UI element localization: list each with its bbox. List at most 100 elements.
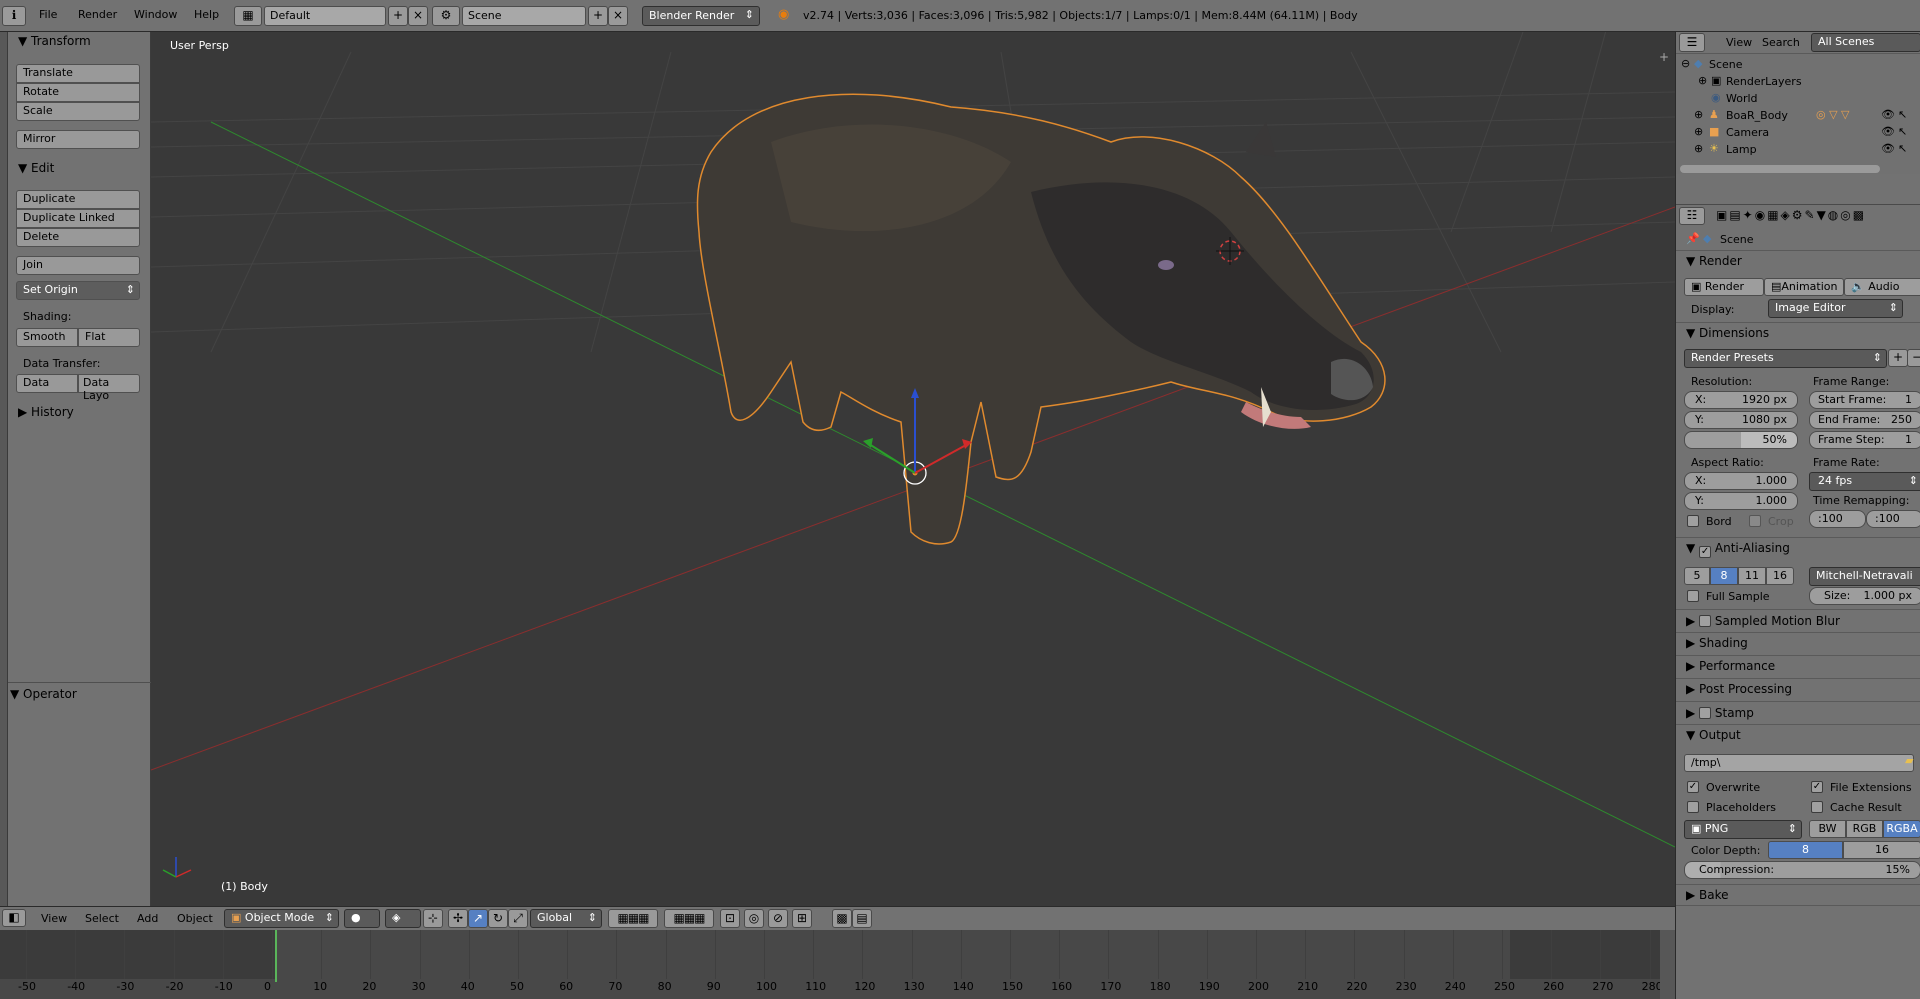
join-button[interactable]: Join (16, 256, 140, 275)
expand-icon[interactable]: ⊕ (1698, 74, 1707, 87)
translate-button[interactable]: Translate (16, 64, 140, 83)
render-anim-icon[interactable]: ▤ (852, 909, 872, 928)
3d-viewport[interactable]: User Persp (1) Body + (151, 32, 1675, 906)
delete-button[interactable]: Delete (16, 228, 140, 247)
editor-type-icon[interactable]: ◧ (2, 909, 26, 927)
color-rgb-button[interactable]: RGB (1846, 820, 1883, 838)
add-preset-icon[interactable]: + (1888, 349, 1908, 367)
outliner-renderlayers[interactable]: RenderLayers (1726, 75, 1802, 88)
menu-select[interactable]: Select (85, 912, 119, 925)
menu-object[interactable]: Object (177, 912, 213, 925)
remove-layout-icon[interactable]: × (408, 6, 428, 26)
render-button[interactable]: ▣ Render (1684, 278, 1764, 296)
bake-panel-header[interactable]: ▶ Bake (1676, 884, 1920, 906)
operator-panel-title[interactable]: ▼ Operator (10, 687, 77, 701)
performance-panel-header[interactable]: ▶ Performance (1676, 655, 1920, 677)
proportional-edit-icon[interactable]: ◎ (744, 909, 764, 928)
menu-render[interactable]: Render (78, 8, 117, 21)
aspect-y-field[interactable]: Y: 1.000 (1684, 492, 1798, 510)
menu-file[interactable]: File (39, 8, 57, 21)
scene-field[interactable]: Scene (462, 6, 586, 26)
aa-samples-5[interactable]: 5 (1684, 567, 1710, 585)
transform-panel-title[interactable]: ▼ Transform (18, 34, 91, 48)
data-layout-button[interactable]: Data Layo (78, 374, 140, 402)
menu-add[interactable]: Add (137, 912, 158, 925)
flat-button[interactable]: Flat (78, 328, 140, 347)
shading-panel-header[interactable]: ▶ Shading (1676, 632, 1920, 654)
start-frame-field[interactable]: Start Frame: 1 (1809, 391, 1920, 409)
frame-step-field[interactable]: Frame Step: 1 (1809, 431, 1920, 449)
outliner-boar-body[interactable]: BoaR_Body (1726, 109, 1788, 122)
expand-icon[interactable]: ⊕ (1694, 142, 1703, 155)
render-presets-select[interactable]: Render Presets ⇕ (1684, 349, 1887, 368)
anti-aliasing-panel-header[interactable]: ▼ ✓ Anti-Aliasing (1676, 537, 1920, 559)
add-region-icon[interactable]: + (1659, 50, 1669, 64)
outliner-filter-select[interactable]: All Scenes (1811, 33, 1920, 52)
aspect-x-field[interactable]: X: 1.000 (1684, 472, 1798, 490)
menu-help[interactable]: Help (194, 8, 219, 21)
output-path-field[interactable]: /tmp\ (1684, 754, 1914, 772)
select-arrow-icon[interactable]: ↖ (1898, 108, 1907, 121)
outliner-world[interactable]: World (1726, 92, 1758, 105)
manipulator-toggle-icon[interactable]: ⊹ (423, 909, 443, 928)
duplicate-button[interactable]: Duplicate (16, 190, 140, 209)
render-image-icon[interactable]: ▩ (832, 909, 852, 928)
motion-blur-panel-header[interactable]: ▶ Sampled Motion Blur (1676, 609, 1920, 631)
editor-type-icon[interactable]: ☰ (1679, 33, 1705, 52)
visibility-eye-icon[interactable]: 👁 (1881, 108, 1895, 121)
aa-filter-select[interactable]: Mitchell-Netravali (1809, 567, 1920, 586)
set-origin-dropdown[interactable]: Set Origin ⇕ (16, 281, 140, 300)
layers-grid-icon-2[interactable]: ▦▦▦ (664, 909, 714, 928)
placeholders-checkbox[interactable] (1687, 801, 1699, 813)
color-depth-16-button[interactable]: 16 (1843, 841, 1920, 859)
outliner-lamp[interactable]: Lamp (1726, 143, 1757, 156)
lock-icon[interactable]: ⊡ (720, 909, 740, 928)
add-scene-icon[interactable]: + (588, 6, 608, 26)
animation-button[interactable]: ▤Animation (1764, 278, 1844, 296)
overwrite-checkbox[interactable]: ✓ (1687, 781, 1699, 793)
resolution-y-field[interactable]: Y: 1080 px (1684, 411, 1798, 429)
pin-icon[interactable]: 📌 (1686, 232, 1700, 245)
scene-icon[interactable]: ⚙ (432, 6, 460, 26)
color-bw-button[interactable]: BW (1809, 820, 1846, 838)
frame-rate-select[interactable]: 24 fps ⇕ (1809, 472, 1920, 491)
mode-select[interactable]: ▣ Object Mode ⇕ (224, 909, 339, 928)
resolution-percentage-slider[interactable]: 50% (1684, 431, 1798, 449)
timeline[interactable]: -50 -40 -30 -20 -10 0 10 20 30 40 50 60 70 80 90 100 110… (0, 930, 1675, 999)
stamp-checkbox[interactable] (1699, 707, 1712, 719)
cache-result-checkbox[interactable] (1811, 801, 1823, 813)
remove-scene-icon[interactable]: × (608, 6, 628, 26)
viewport-shading-select[interactable]: ● (344, 909, 380, 928)
expand-icon[interactable]: ⊕ (1694, 125, 1703, 138)
remove-preset-icon[interactable]: − (1907, 349, 1920, 367)
visibility-eye-icon[interactable]: 👁 (1881, 125, 1895, 138)
aa-checkbox[interactable]: ✓ (1699, 546, 1712, 558)
output-panel-header[interactable]: ▼ Output (1676, 724, 1920, 746)
render-panel-header[interactable]: ▼ Render (1676, 250, 1920, 272)
outliner-view-menu[interactable]: View (1726, 36, 1752, 49)
scale-manipulator-icon[interactable]: ⤢ (508, 909, 528, 928)
folder-icon[interactable]: ▰ (1905, 754, 1913, 767)
remap-new-field[interactable]: :100 (1866, 510, 1920, 528)
select-arrow-icon[interactable]: ↖ (1898, 142, 1907, 155)
outliner-scene[interactable]: Scene (1709, 58, 1743, 71)
timeline-scrollbar[interactable] (1660, 930, 1675, 999)
dimensions-panel-header[interactable]: ▼ Dimensions (1676, 322, 1920, 344)
full-sample-checkbox[interactable] (1687, 590, 1699, 602)
orientation-select[interactable]: Global ⇕ (530, 909, 602, 928)
translate-manipulator-icon[interactable]: ✢ (448, 909, 468, 928)
display-select[interactable]: Image Editor ⇕ (1768, 299, 1903, 318)
outliner-search-menu[interactable]: Search (1762, 36, 1800, 49)
expand-icon[interactable]: ⊕ (1694, 108, 1703, 121)
add-layout-icon[interactable]: + (388, 6, 408, 26)
end-frame-field[interactable]: End Frame: 250 (1809, 411, 1920, 429)
menu-window[interactable]: Window (134, 8, 177, 21)
menu-view[interactable]: View (41, 912, 67, 925)
history-panel-title[interactable]: ▶ History (18, 405, 74, 419)
duplicate-linked-button[interactable]: Duplicate Linked (16, 209, 140, 228)
color-rgba-button[interactable]: RGBA (1883, 820, 1920, 838)
file-extensions-checkbox[interactable]: ✓ (1811, 781, 1823, 793)
border-checkbox[interactable] (1687, 515, 1699, 527)
file-format-select[interactable]: ▣ PNG ⇕ (1684, 820, 1802, 839)
editor-type-icon[interactable]: ℹ (2, 6, 26, 26)
